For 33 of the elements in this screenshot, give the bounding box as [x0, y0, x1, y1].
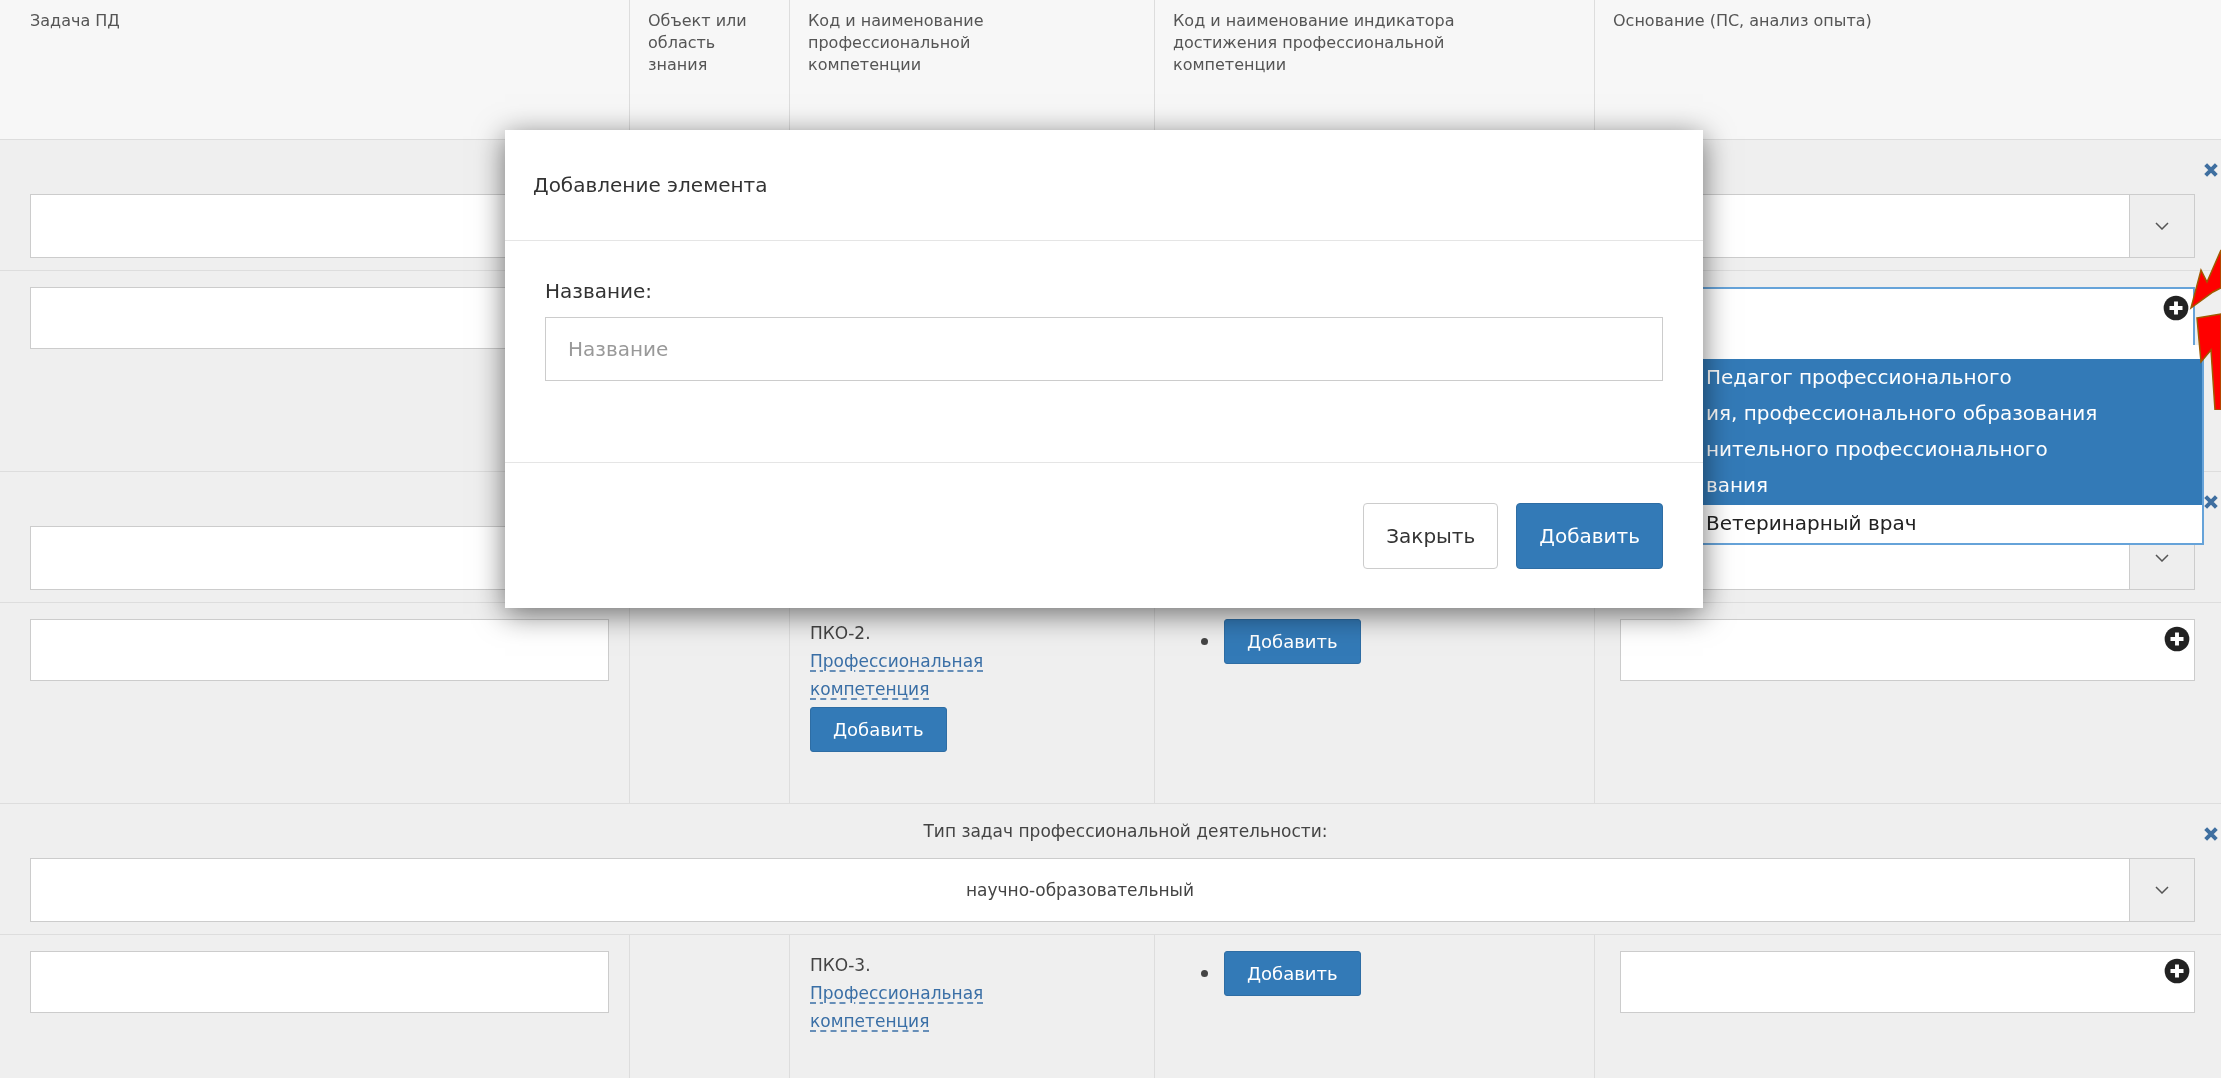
chevron-down-icon[interactable] — [2129, 195, 2194, 257]
type-label: Тип задач профессиональной деятельности: — [923, 821, 1328, 841]
column-header: Код и наименование профессиональной компетенции — [808, 10, 985, 76]
close-icon[interactable] — [2203, 162, 2219, 178]
close-icon[interactable] — [2203, 494, 2219, 510]
competence-code: ПКО-2. — [810, 622, 872, 645]
add-button[interactable]: Добавить — [1224, 619, 1361, 664]
column-header: Объект или область знания — [648, 10, 748, 76]
competence-link[interactable]: Профессиональная компетенция — [810, 647, 1010, 703]
competence-link[interactable]: Профессиональная компетенция — [810, 979, 1010, 1035]
modal-title: Добавление элемента — [533, 173, 768, 197]
field-label: Название: — [545, 279, 654, 303]
basis-field[interactable] — [1620, 619, 2195, 681]
chevron-down-icon[interactable] — [2129, 859, 2194, 921]
column-header: Задача ПД — [30, 10, 121, 32]
type-select[interactable]: научно-образовательный — [30, 858, 2195, 922]
bullet-icon — [1201, 970, 1208, 977]
column-header: Код и наименование индикатора достижения профессиональной компетенции — [1173, 10, 1456, 76]
task-input[interactable] — [30, 619, 609, 681]
close-button[interactable]: Закрыть — [1363, 503, 1499, 569]
plus-circle-icon[interactable] — [2163, 295, 2189, 321]
column-header: Основание (ПС, анализ опыта) — [1613, 10, 1873, 32]
name-input[interactable]: Название — [545, 317, 1663, 381]
basis-field[interactable] — [1620, 951, 2195, 1013]
task-input[interactable] — [30, 951, 609, 1013]
close-icon[interactable] — [2203, 826, 2219, 842]
add-button[interactable]: Добавить — [810, 707, 947, 752]
plus-circle-icon[interactable] — [2164, 958, 2190, 984]
add-button[interactable]: Добавить — [1516, 503, 1663, 569]
competence-code: ПКО-3. — [810, 954, 872, 977]
plus-circle-icon[interactable] — [2164, 626, 2190, 652]
add-button[interactable]: Добавить — [1224, 951, 1361, 996]
bullet-icon — [1201, 638, 1208, 645]
